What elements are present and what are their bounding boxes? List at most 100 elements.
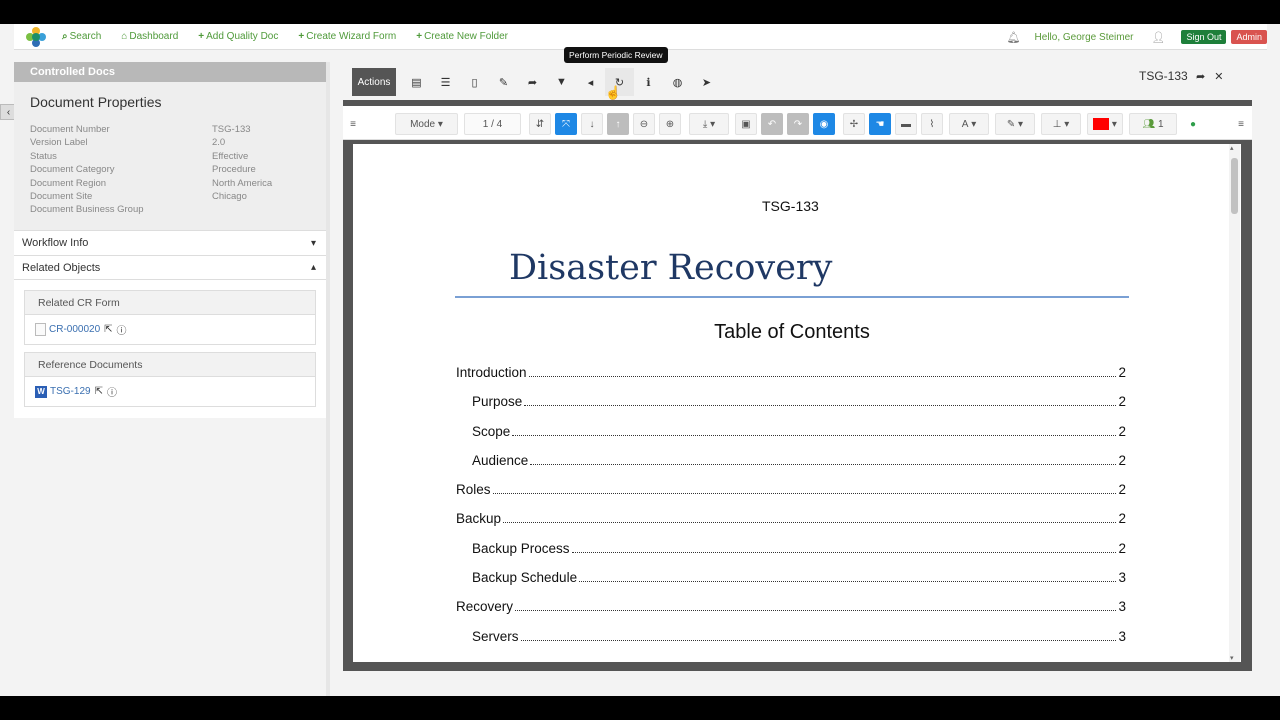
property-key: Document Business Group <box>30 204 144 216</box>
page-indicator[interactable]: 1 / 4 <box>464 113 521 135</box>
document-code: TSG-133 <box>1139 69 1188 83</box>
related-objects-section[interactable]: Related Objects ▴ <box>14 255 326 280</box>
scroll-up-icon[interactable]: ▴ <box>1230 144 1234 152</box>
toc-leader <box>530 455 1117 465</box>
toc-leader <box>524 396 1117 407</box>
attachment-icon[interactable]: ⌇ <box>921 113 943 135</box>
toc-entry[interactable]: Backup 2 <box>456 511 1126 540</box>
filter-icon[interactable]: ▼ <box>547 68 576 96</box>
toc-heading: Table of Contents <box>714 321 870 343</box>
send-icon[interactable]: ➤ <box>692 68 721 96</box>
info-icon[interactable]: ⓘ <box>107 384 117 399</box>
redo-icon[interactable]: ↷ <box>787 113 809 135</box>
scrollbar-thumb[interactable] <box>1231 158 1238 214</box>
mode-dropdown[interactable]: Mode ▾ <box>395 113 458 135</box>
list-icon[interactable]: ☰ <box>431 68 460 96</box>
announce-icon[interactable]: ◂ <box>576 68 605 96</box>
pen-dropdown[interactable]: ✎ ▾ <box>995 113 1035 135</box>
property-row: Version Label 2.0 <box>30 137 310 150</box>
reference-link[interactable]: TSG-129 <box>50 386 91 397</box>
file-icon[interactable]: ▯ <box>460 68 489 96</box>
property-key: Document Number <box>30 124 110 135</box>
toc-entry-page: 2 <box>1118 423 1126 439</box>
property-row: Status Effective <box>30 151 310 164</box>
left-panel-toggle-icon[interactable]: ≡ <box>347 113 359 135</box>
share-icon[interactable]: ➦ <box>1196 70 1205 83</box>
sign-out-button[interactable]: Sign Out <box>1181 30 1227 44</box>
fit-height-icon[interactable]: ⇵ <box>529 113 551 135</box>
related-cr-header: Related CR Form <box>25 291 315 315</box>
info-icon[interactable]: ℹ <box>634 68 663 96</box>
download-dropdown[interactable]: ⤓ ▾ <box>689 113 729 135</box>
open-external-icon[interactable]: ⇱ <box>104 324 112 335</box>
property-key: Status <box>30 150 57 162</box>
undo-icon[interactable]: ↶ <box>761 113 783 135</box>
toc-entry[interactable]: Scope 2 <box>456 424 1126 453</box>
toc-entry[interactable]: Introduction 2 <box>456 365 1126 394</box>
toc-entry[interactable]: Roles 2 <box>456 482 1126 511</box>
text-tool-dropdown[interactable]: A ▾ <box>949 113 989 135</box>
document-title: Disaster Recovery <box>509 248 833 288</box>
chevron-down-icon: ▾ <box>310 237 316 249</box>
actions-button[interactable]: Actions <box>352 68 396 96</box>
close-icon[interactable]: ✕ <box>1214 70 1223 83</box>
related-objects-label: Related Objects <box>22 261 101 274</box>
color-picker[interactable]: ▾ <box>1087 113 1123 135</box>
scrollbar[interactable]: ▴ ▾ <box>1229 144 1240 662</box>
view-icon[interactable]: ◉ <box>813 113 835 135</box>
nav-link-dashboard[interactable]: ⌂ Dashboard <box>121 31 178 42</box>
text-icon: A <box>961 118 969 130</box>
previous-page-icon[interactable]: ↑ <box>607 113 629 135</box>
viewer-toolbar: ≡ Mode ▾ 1 / 4 ⇵ ⤧ ↓ ↑ ⊖ ⊕ ⤓ ▾ ▣ ↶ ↷ ◉ ✢… <box>343 106 1252 140</box>
toc-entry[interactable]: Backup Schedule 3 <box>456 570 1126 599</box>
toc-entry-page: 2 <box>1118 540 1126 556</box>
app-frame: ⌕ Search ⌂ Dashboard + Add Quality Doc + Create… <box>0 24 1280 696</box>
scroll-down-icon[interactable]: ▾ <box>1230 654 1234 662</box>
plus-icon: + <box>298 31 305 42</box>
chevron-left-icon: ‹ <box>6 106 11 118</box>
toc-entry[interactable]: Servers 3 <box>456 629 1126 658</box>
info-circle-icon[interactable]: ● <box>1185 113 1201 135</box>
zoom-out-icon[interactable]: ⊖ <box>633 113 655 135</box>
users-button[interactable]: 👥︎ 1 <box>1129 113 1177 135</box>
toc-entry[interactable]: Backup Process 2 <box>456 541 1126 570</box>
save-icon[interactable]: ▣ <box>735 113 757 135</box>
pin-icon[interactable]: ✢ <box>843 113 865 135</box>
properties-title: Document Properties <box>30 94 162 110</box>
property-value: TSG-133 <box>212 124 251 135</box>
comment-icon[interactable]: ▬ <box>895 113 917 135</box>
bell-icon[interactable]: 🔔︎ <box>1007 31 1021 44</box>
globe-icon[interactable]: ◍ <box>663 68 692 96</box>
nav-link-create-new-folder[interactable]: + Create New Folder <box>416 31 508 42</box>
app-logo[interactable] <box>26 26 46 47</box>
admin-button[interactable]: Admin <box>1231 30 1267 44</box>
document-properties: Document Properties Document Number TSG-1… <box>14 82 326 230</box>
toc-entry[interactable]: Purpose 2 <box>456 394 1126 423</box>
edit-icon[interactable]: ✎ <box>489 68 518 96</box>
reference-documents-header: Reference Documents <box>25 353 315 377</box>
nav-link-label: Dashboard <box>129 31 179 42</box>
forward-icon[interactable]: ➦ <box>518 68 547 96</box>
cr-link[interactable]: CR-000020 <box>49 324 100 335</box>
property-row: Document Number TSG-133 <box>30 124 310 137</box>
properties-icon[interactable]: ▤ <box>402 68 431 96</box>
workflow-info-section[interactable]: Workflow Info ▾ <box>14 230 326 255</box>
zoom-in-icon[interactable]: ⊕ <box>659 113 681 135</box>
stamp-dropdown[interactable]: ⊥ ▾ <box>1041 113 1081 135</box>
nav-link-search[interactable]: ⌕ Search <box>62 31 101 42</box>
plus-icon: + <box>416 31 423 42</box>
toc-entry-page: 2 <box>1118 452 1126 468</box>
toc-entry[interactable]: Audience 2 <box>456 453 1126 482</box>
next-page-icon[interactable]: ↓ <box>581 113 603 135</box>
user-greeting[interactable]: Hello, George Steimer <box>1035 32 1134 43</box>
info-icon[interactable]: ⓘ <box>117 322 127 337</box>
select-icon[interactable]: ☚ <box>869 113 891 135</box>
open-external-icon[interactable]: ⇱ <box>95 386 103 397</box>
user-icon[interactable]: 👤︎ <box>1151 31 1165 44</box>
fit-page-icon[interactable]: ⤧ <box>555 113 577 135</box>
right-panel-toggle-icon[interactable]: ≡ <box>1235 113 1247 135</box>
nav-link-create-wizard-form[interactable]: + Create Wizard Form <box>298 31 396 42</box>
toc-entry-page: 3 <box>1118 599 1126 615</box>
nav-link-add-quality-doc[interactable]: + Add Quality Doc <box>198 31 278 42</box>
toc-entry[interactable]: Recovery 3 <box>456 599 1126 628</box>
